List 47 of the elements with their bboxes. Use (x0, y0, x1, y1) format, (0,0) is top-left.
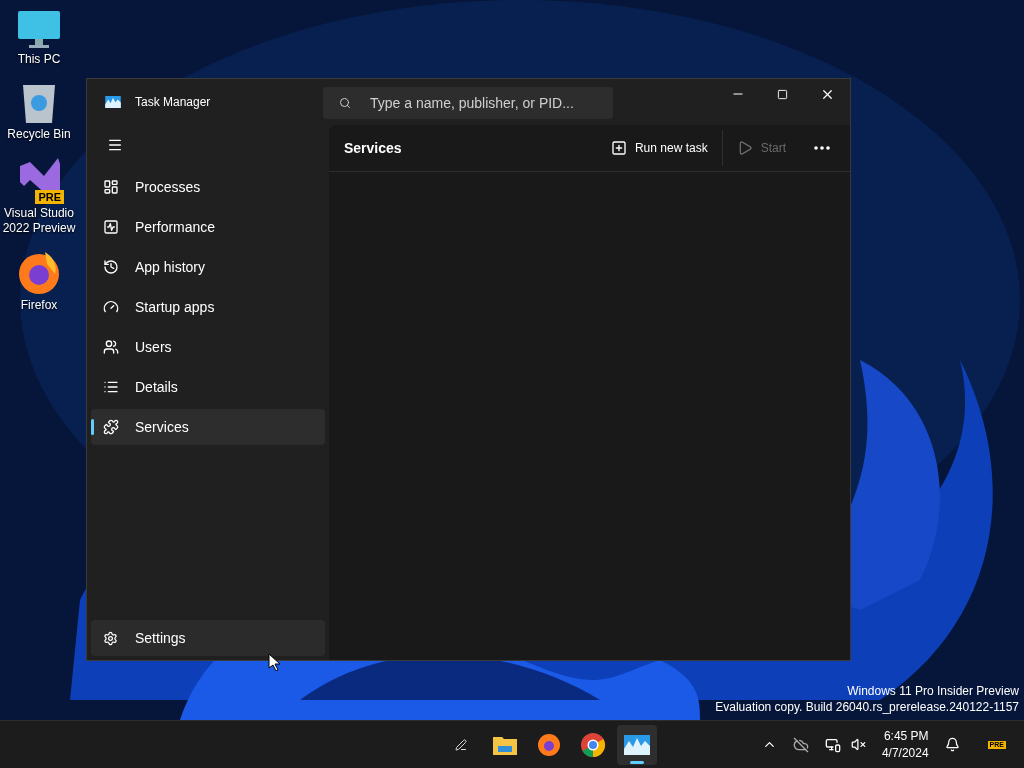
network-icon[interactable] (824, 736, 841, 753)
cloud-off-icon[interactable] (792, 736, 809, 753)
search-icon (339, 97, 351, 109)
desktop-icon-label[interactable]: This PC (17, 52, 61, 67)
list-icon (103, 379, 119, 395)
desktop-icon-label[interactable]: Recycle Bin (7, 127, 71, 142)
search-field[interactable]: Type a name, publisher, or PID... (323, 87, 613, 119)
settings-item[interactable]: Settings (91, 620, 325, 656)
mouse-cursor (268, 653, 280, 671)
task-manager-icon[interactable] (624, 734, 650, 755)
nav-item[interactable]: Startup apps (91, 289, 325, 325)
nav-item[interactable]: Users (91, 329, 325, 365)
watermark-text: Windows 11 Pro Insider Preview (847, 683, 1019, 699)
desktop-icon-label[interactable]: Firefox (20, 298, 58, 313)
firefox-icon[interactable] (536, 731, 562, 758)
active-indicator (630, 760, 644, 764)
users-icon (103, 339, 119, 355)
puzzle-icon (103, 419, 119, 435)
more-icon (814, 146, 830, 150)
settings-icon (103, 630, 118, 646)
desktop-icon-label[interactable]: Visual Studio 2022 Preview (0, 206, 78, 236)
clock[interactable]: 6:45 PM 4/7/2024 (881, 727, 929, 762)
menu-icon (107, 137, 123, 153)
chrome-icon[interactable] (580, 731, 606, 758)
pulse-icon (103, 219, 119, 235)
maximize-icon (777, 88, 788, 100)
muted-speaker-icon[interactable] (850, 737, 866, 752)
selection-indicator (91, 419, 94, 435)
grid-icon (103, 179, 119, 195)
taskbar-app[interactable] (617, 724, 657, 765)
window-title: Task Manager (135, 94, 211, 111)
monitor-icon (17, 10, 61, 50)
pen-icon[interactable] (455, 738, 467, 751)
nav-item[interactable]: Processes (91, 169, 325, 205)
notification-icon[interactable] (944, 737, 960, 752)
history-icon (103, 259, 119, 275)
nav-item[interactable]: Details (91, 369, 325, 405)
nav-item[interactable]: Performance (91, 209, 325, 245)
nav-item[interactable]: App history (91, 249, 325, 285)
task-manager-icon (105, 96, 121, 108)
nav-item[interactable]: Services (91, 409, 325, 445)
preview-badge: PRE (35, 190, 64, 204)
gauge-icon (103, 299, 119, 315)
page-title: Services (344, 138, 402, 158)
watermark-text: Evaluation copy. Build 26040.rs_prerelease.240122-1157 (715, 699, 1019, 715)
toolbar-button[interactable]: Run new task (602, 132, 716, 164)
add-window-icon (610, 140, 627, 156)
